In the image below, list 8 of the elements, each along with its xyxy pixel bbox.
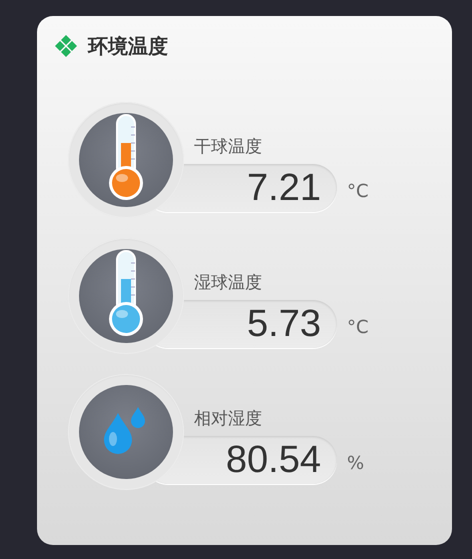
card-title: 环境温度	[88, 32, 168, 60]
unit-label: %	[347, 452, 364, 474]
unit-label: °C	[347, 316, 369, 338]
sensor-label: 湿球温度	[193, 272, 263, 295]
diamonds-icon	[54, 34, 78, 58]
sensor-label: 干球温度	[193, 136, 263, 159]
sensor-label: 相对湿度	[193, 408, 263, 431]
unit-label: °C	[347, 180, 369, 202]
